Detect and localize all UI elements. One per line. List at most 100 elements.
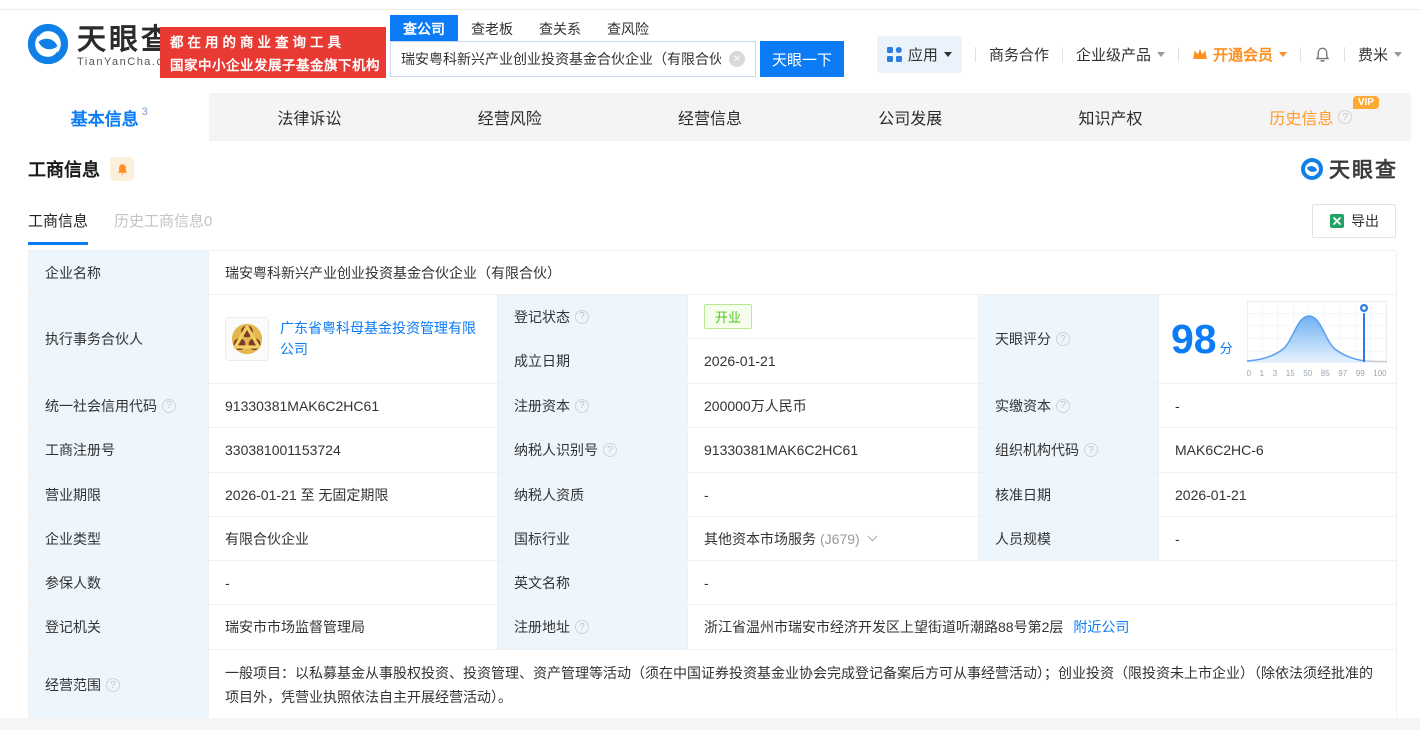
tab-business-info[interactable]: 经营信息	[610, 93, 810, 141]
taxpayer-id-value: 91330381MAK6C2HC61	[688, 428, 979, 473]
help-icon[interactable]: ?	[603, 443, 617, 457]
business-scope-label: 经营范围 ?	[29, 650, 209, 721]
notifications-bell[interactable]	[1314, 46, 1331, 63]
slogan-line-2: 国家中小企业发展子基金旗下机构	[170, 58, 380, 73]
partner-company-logo[interactable]	[225, 317, 269, 361]
registration-authority-label: 登记机关	[29, 605, 209, 650]
registration-authority-value: 瑞安市市场监督管理局	[209, 605, 498, 650]
approval-date-value: 2026-01-21	[1159, 473, 1397, 517]
taxpayer-id-label: 纳税人识别号 ?	[498, 428, 688, 473]
help-icon[interactable]: ?	[575, 398, 589, 413]
tab-operational-risk[interactable]: 经营风险	[410, 93, 610, 141]
table-row: 企业名称 瑞安粤科新兴产业创业投资基金合伙企业（有限合伙）	[29, 251, 1397, 295]
watermark-text: 天眼查	[1329, 159, 1398, 182]
section-title: 工商信息	[28, 160, 100, 180]
tianyancha-company-page: 天眼查 TianYanCha.com 都在用的商业查询工具 国家中小企业发展子基…	[0, 0, 1420, 730]
search-tab-relation[interactable]: 查关系	[526, 15, 594, 41]
tianyan-score-value: 98 分 0 1 3 15 50 85 97 99 100	[1159, 295, 1397, 384]
tab-history-info[interactable]: VIP 历史信息 ?	[1211, 93, 1411, 141]
business-scope-value: 一般项目：以私募基金从事股权投资、投资管理、资产管理等活动（须在中国证券投资基金…	[209, 650, 1397, 721]
tab-label: 公司发展	[878, 111, 943, 128]
nav-open-vip[interactable]: 开通会员	[1192, 44, 1287, 65]
help-icon[interactable]: ?	[1338, 110, 1353, 124]
help-icon[interactable]: ?	[1056, 398, 1070, 413]
export-button[interactable]: 导出	[1312, 204, 1396, 238]
monitor-bell-button[interactable]	[110, 157, 134, 181]
subtab-history-registration[interactable]: 历史工商信息0	[114, 210, 212, 245]
nav-divider	[1343, 46, 1345, 62]
help-icon[interactable]: ?	[162, 398, 176, 413]
page-bottom-strip	[0, 718, 1420, 730]
paid-capital-value: -	[1159, 384, 1397, 428]
help-icon[interactable]: ?	[575, 309, 589, 324]
nearby-companies-link[interactable]: 附近公司	[1073, 617, 1129, 637]
score-axis-labels: 0 1 3 15 50 85 97 99 100	[1246, 368, 1387, 378]
score-distribution-chart: 0 1 3 15 50 85 97 99 100	[1246, 300, 1387, 378]
tab-company-development[interactable]: 公司发展	[810, 93, 1010, 141]
tab-label: 法律诉讼	[277, 111, 342, 128]
nav-divider	[1177, 46, 1179, 62]
registered-address-value: 浙江省温州市瑞安市经济开发区上望街道听潮路88号第2层 附近公司	[688, 605, 1397, 650]
vip-badge: VIP	[1352, 96, 1379, 109]
search-tab-company[interactable]: 查公司	[390, 15, 458, 41]
tab-basic-info[interactable]: 基本信息 3	[9, 93, 210, 141]
crown-icon	[1193, 48, 1207, 59]
help-icon[interactable]: ?	[106, 678, 120, 692]
tab-count-badge: 3	[141, 106, 148, 118]
tianyancha-eye-icon	[1300, 157, 1324, 181]
taxpayer-quality-value: -	[688, 473, 979, 517]
insured-count-value: -	[209, 561, 498, 605]
english-name-value: -	[688, 561, 1397, 605]
nav-business-cooperation[interactable]: 商务合作	[989, 44, 1049, 65]
org-code-value: MAK6C2HC-6	[1159, 428, 1397, 473]
export-label: 导出	[1351, 213, 1379, 229]
nav-divider	[1061, 46, 1063, 62]
help-icon[interactable]: ?	[575, 620, 589, 634]
registered-address-label: 注册地址 ?	[498, 605, 688, 650]
tab-label: 经营风险	[477, 111, 542, 128]
clear-search-icon[interactable]: ✕	[729, 51, 745, 67]
credit-code-value: 91330381MAK6C2HC61	[209, 384, 498, 428]
username: 费米	[1357, 46, 1388, 64]
table-row: 登记机关 瑞安市市场监督管理局 注册地址 ? 浙江省温州市瑞安市经济开发区上望街…	[29, 605, 1397, 650]
help-icon[interactable]: ?	[1084, 443, 1098, 457]
table-row: 工商注册号 330381001153724 纳税人识别号 ? 91330381M…	[29, 428, 1397, 473]
chevron-down-icon	[1156, 51, 1165, 57]
enterprise-label: 企业级产品	[1075, 46, 1151, 64]
industry-value: 其他资本市场服务 (J679)	[688, 517, 979, 561]
user-menu[interactable]: 费米	[1358, 44, 1402, 65]
brand-slogan-badge: 都在用的商业查询工具 国家中小企业发展子基金旗下机构	[160, 27, 386, 78]
nav-divider	[974, 46, 976, 62]
partner-company-link[interactable]: 广东省粤科母基金投资管理有限公司	[280, 318, 481, 360]
table-row: 统一社会信用代码 ? 91330381MAK6C2HC61 注册资本 ? 200…	[29, 384, 1397, 428]
tianyancha-logo[interactable]: 天眼查 TianYanCha.com	[26, 22, 182, 71]
search-tab-risk[interactable]: 查风险	[594, 15, 662, 41]
establish-date-label: 成立日期	[498, 339, 688, 384]
tianyancha-watermark: 天眼查	[1300, 154, 1398, 184]
apps-label: 应用	[907, 46, 938, 64]
tab-label: 基本信息	[70, 109, 139, 129]
approval-date-label: 核准日期	[979, 473, 1159, 517]
staff-size-label: 人员规模	[979, 517, 1159, 561]
tab-legal-proceedings[interactable]: 法律诉讼	[209, 93, 409, 141]
subtab-business-registration[interactable]: 工商信息	[28, 210, 89, 245]
help-icon[interactable]: ?	[1056, 332, 1070, 346]
vip-label: 开通会员	[1212, 46, 1273, 64]
tianyan-score-label: 天眼评分 ?	[979, 295, 1159, 384]
registration-status-label: 登记状态 ?	[498, 295, 688, 339]
company-name-value: 瑞安粤科新兴产业创业投资基金合伙企业（有限合伙）	[209, 251, 1397, 295]
search-button[interactable]: 天眼一下	[760, 41, 844, 77]
taxpayer-quality-label: 纳税人资质	[498, 473, 688, 517]
tab-intellectual-property[interactable]: 知识产权	[1010, 93, 1210, 141]
registered-capital-label: 注册资本 ?	[498, 384, 688, 428]
nav-enterprise-products[interactable]: 企业级产品	[1076, 44, 1165, 65]
paid-capital-label: 实缴资本 ?	[979, 384, 1159, 428]
chevron-down-icon[interactable]	[867, 531, 878, 542]
search-tab-boss[interactable]: 查老板	[458, 15, 526, 41]
industry-label: 国标行业	[498, 517, 688, 561]
tab-label: 经营信息	[677, 111, 742, 128]
search-input[interactable]	[391, 51, 729, 67]
apps-menu[interactable]: 应用	[876, 35, 962, 73]
executive-partner-value: 广东省粤科母基金投资管理有限公司	[209, 295, 498, 384]
score-unit: 分	[1219, 340, 1233, 356]
